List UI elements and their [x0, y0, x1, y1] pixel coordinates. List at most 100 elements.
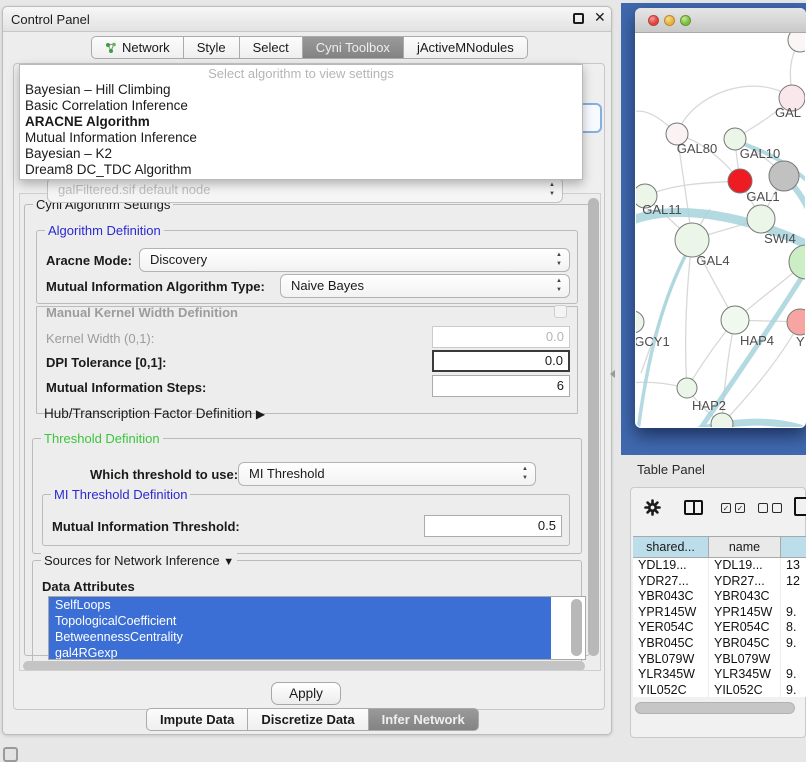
table-row[interactable]: YER054CYER054C8. — [633, 620, 806, 636]
table-panel-title: Table Panel — [637, 462, 705, 477]
network-edge[interactable] — [676, 422, 805, 427]
check-glyph: ✓ — [723, 504, 730, 513]
table-row[interactable]: YBL079WYBL079W — [633, 652, 806, 668]
tab-jactivemnodules[interactable]: jActiveMNodules — [404, 36, 528, 59]
settings-vertical-scrollbar[interactable] — [588, 198, 599, 656]
close-icon[interactable]: ✕ — [594, 9, 606, 26]
tab-strip: NetworkStyleSelect Cyni Toolbox jActiveMNo… — [91, 36, 528, 59]
network-node-hap2[interactable] — [677, 378, 697, 398]
settings-horizontal-scrollbar[interactable] — [23, 661, 585, 671]
data-attributes-label: Data Attributes — [42, 579, 135, 594]
sources-title[interactable]: Sources for Network Inference ▼ — [41, 553, 237, 568]
table-row[interactable]: YBR043CYBR043C — [633, 589, 806, 605]
mi-steps-field[interactable]: 6 — [432, 375, 570, 397]
float-window-icon[interactable] — [573, 13, 584, 24]
deselect-checkbox-icon-2[interactable] — [772, 503, 782, 513]
table-row[interactable]: YBR045CYBR045C9. — [633, 636, 806, 652]
column-header-name[interactable]: name — [709, 537, 781, 557]
column-header-clipped[interactable] — [781, 537, 806, 557]
algorithm-option-bayesian-hill-climbing[interactable]: Bayesian – Hill Climbing — [20, 82, 582, 98]
tab-label: Cyni Toolbox — [316, 37, 390, 58]
tab-cyni-toolbox[interactable]: Cyni Toolbox — [303, 36, 404, 59]
manual-kernel-checkbox[interactable] — [554, 305, 567, 318]
network-edge[interactable] — [645, 181, 740, 196]
tab-network[interactable]: Network — [91, 36, 184, 59]
table-cell: YBL079W — [709, 652, 781, 668]
attribute-item-gal4rgexp[interactable]: gal4RGexp — [49, 645, 551, 660]
column-header-shared...[interactable]: shared... — [633, 537, 709, 557]
node-label-hap2: HAP2 — [692, 398, 726, 413]
screen: Control Panel ✕ NetworkStyleSelect Cyni T… — [0, 0, 806, 762]
attribute-item-betweennesscentrality[interactable]: BetweennessCentrality — [49, 629, 551, 645]
select-all-checkbox-icon[interactable]: ✓ — [721, 503, 731, 513]
network-node[interactable] — [788, 33, 805, 52]
control-panel-title: Control Panel — [11, 12, 90, 27]
algorithm-option-mutual-information-inference[interactable]: Mutual Information Inference — [20, 130, 582, 146]
hub-definition-expander[interactable]: Hub/Transcription Factor Definition ▶ — [44, 406, 265, 421]
select-all-checkbox-icon-2[interactable]: ✓ — [735, 503, 745, 513]
network-node-y[interactable] — [787, 309, 805, 335]
manual-kernel-label: Manual Kernel Width Definition — [46, 305, 238, 320]
tab-infer-network[interactable]: Infer Network — [369, 708, 479, 731]
network-node-hap4[interactable] — [721, 306, 749, 334]
sources-title-text: Sources for Network Inference — [44, 553, 220, 568]
dpi-tolerance-field[interactable]: 0.0 — [432, 350, 570, 372]
algorithm-option-bayesian-k2[interactable]: Bayesian – K2 — [20, 146, 582, 162]
network-edge[interactable] — [686, 240, 692, 388]
cyni-settings-pane: Cyni Algorithm Settings Algorithm Defini… — [19, 193, 601, 671]
gear-icon[interactable] — [644, 499, 661, 521]
table-cell: 12 — [781, 574, 806, 590]
mi-type-combo[interactable]: Naive Bayes ▲▼ — [280, 274, 570, 298]
tab-discretize-data[interactable]: Discretize Data — [248, 708, 368, 731]
tab-style[interactable]: Style — [184, 36, 240, 59]
apply-button[interactable]: Apply — [271, 682, 341, 705]
which-threshold-label: Which threshold to use: — [90, 467, 238, 482]
table-row[interactable]: YIL052CYIL052C9. — [633, 683, 806, 697]
which-threshold-combo[interactable]: MI Threshold ▲▼ — [238, 462, 536, 486]
mi-steps-label: Mutual Information Steps: — [46, 380, 206, 395]
table-cell: YIL052C — [709, 683, 781, 697]
table-cell: YPR145W — [709, 605, 781, 621]
dpi-tolerance-label: DPI Tolerance [0,1]: — [46, 355, 166, 370]
mi-threshold-field[interactable]: 0.5 — [424, 515, 562, 537]
zoom-traffic-light-icon[interactable] — [680, 15, 691, 26]
network-node-gal4[interactable] — [675, 223, 709, 257]
table-cell: YDL19... — [633, 558, 709, 574]
table-row[interactable]: YPR145WYPR145W9. — [633, 605, 806, 621]
minimized-panel-icon[interactable] — [3, 747, 18, 762]
network-canvas[interactable]: GALGAL80GAL10GAL1GAL11SWI4GAL4GCY1HAP4YH… — [636, 33, 805, 427]
node-label-gal11: GAL11 — [642, 202, 682, 217]
network-graph: GALGAL80GAL10GAL1GAL11SWI4GAL4GCY1HAP4YH… — [636, 33, 805, 427]
table-row[interactable]: YDR27...YDR27...12 — [633, 574, 806, 590]
deselect-checkbox-icon[interactable] — [758, 503, 768, 513]
minimize-traffic-light-icon[interactable] — [664, 15, 675, 26]
table-row[interactable]: YLR345WYLR345W9. — [633, 667, 806, 683]
tab-select[interactable]: Select — [240, 36, 303, 59]
node-label-hap4: HAP4 — [740, 333, 774, 348]
algorithm-option-dream8-dc-tdc-algorithm[interactable]: Dream8 DC_TDC Algorithm — [20, 162, 582, 178]
stepper-icon: ▲▼ — [549, 181, 555, 199]
control-panel-window: Control Panel ✕ NetworkStyleSelect Cyni T… — [2, 6, 612, 735]
control-panel-tabs: NetworkStyleSelect Cyni Toolbox jActiveMNo… — [91, 36, 528, 59]
data-attributes-list[interactable]: SelfLoopsTopologicalCoefficientBetweenne… — [48, 596, 586, 660]
split-pane-collapse-icon[interactable] — [610, 370, 615, 378]
algorithm-option-basic-correlation-inference[interactable]: Basic Correlation Inference — [20, 98, 582, 114]
table-horizontal-scrollbar[interactable] — [635, 702, 795, 714]
table-row[interactable]: YDL19...YDL19...13 — [633, 558, 806, 574]
attribute-item-topologicalcoefficient[interactable]: TopologicalCoefficient — [49, 613, 551, 629]
close-traffic-light-icon[interactable] — [648, 15, 659, 26]
aracne-mode-combo[interactable]: Discovery ▲▼ — [139, 248, 570, 272]
attribute-list-scrollbar[interactable] — [571, 599, 582, 656]
network-selector-combo[interactable]: galFiltered.sif default node ▲▼ — [47, 177, 563, 203]
algorithm-option-aracne-algorithm[interactable]: ARACNE Algorithm — [20, 114, 582, 130]
table-cell: YBR045C — [709, 636, 781, 652]
table-cell: 9. — [781, 636, 806, 652]
tab-impute-data[interactable]: Impute Data — [146, 708, 248, 731]
kernel-width-field[interactable]: 0.0 — [432, 326, 570, 348]
show-columns-icon[interactable] — [684, 500, 703, 515]
network-node-gcy1[interactable] — [636, 311, 644, 333]
network-node[interactable] — [769, 161, 799, 191]
attribute-item-selfloops[interactable]: SelfLoops — [49, 597, 551, 613]
file-icon[interactable] — [794, 497, 806, 516]
network-node-swi4[interactable] — [747, 205, 775, 233]
